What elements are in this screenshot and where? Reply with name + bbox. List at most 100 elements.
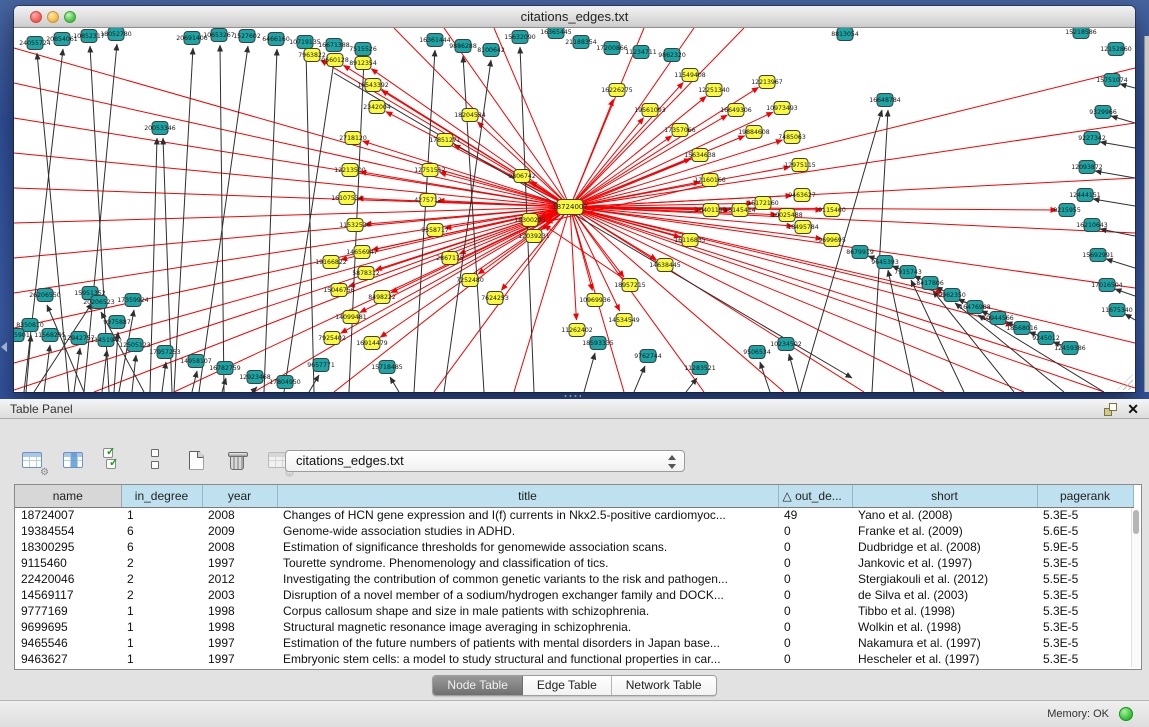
table-cell[interactable]: 1 bbox=[121, 619, 202, 635]
table-cell[interactable]: 2009 bbox=[202, 523, 277, 539]
table-cell[interactable]: 1 bbox=[121, 603, 202, 619]
table-cell[interactable]: 9699695 bbox=[15, 619, 121, 635]
table-row[interactable]: 1830029562008Estimation of significance … bbox=[15, 539, 1133, 555]
table-vertical-scrollbar[interactable] bbox=[1131, 508, 1140, 667]
collapsed-results-panel-edge[interactable] bbox=[1144, 36, 1149, 392]
table-row[interactable]: 977716911998Corpus callosum shape and si… bbox=[15, 603, 1133, 619]
table-row[interactable]: 1456911722003Disruption of a novel membe… bbox=[15, 587, 1133, 603]
table-cell[interactable]: 2003 bbox=[202, 587, 277, 603]
table-cell[interactable]: 2 bbox=[121, 555, 202, 571]
table-cell[interactable]: 6 bbox=[121, 523, 202, 539]
table-cell[interactable]: 5.3E-5 bbox=[1037, 603, 1133, 619]
table-cell[interactable]: 2012 bbox=[202, 571, 277, 587]
table-cell[interactable]: 1997 bbox=[202, 635, 277, 651]
table-row[interactable]: 911546021997Tourette syndrome. Phenomeno… bbox=[15, 555, 1133, 571]
table-cell[interactable]: 5.3E-5 bbox=[1037, 587, 1133, 603]
table-cell[interactable]: 0 bbox=[778, 539, 852, 555]
table-cell[interactable]: Genome-wide association studies in ADHD. bbox=[277, 523, 778, 539]
table-cell[interactable]: 18724007 bbox=[15, 507, 121, 523]
network-graph-canvas[interactable]: 1872400718300295240557242085406110852317… bbox=[14, 28, 1135, 392]
tab-node-table[interactable]: Node Table bbox=[433, 676, 523, 695]
table-row[interactable]: 946554611997Estimation of the future num… bbox=[15, 635, 1133, 651]
table-row[interactable]: 1872400712008Changes of HCN gene express… bbox=[15, 507, 1133, 523]
table-cell[interactable]: 1 bbox=[121, 507, 202, 523]
table-cell[interactable]: 22420046 bbox=[15, 571, 121, 587]
table-cell[interactable]: Estimation of the future numbers of pati… bbox=[277, 635, 778, 651]
table-cell[interactable]: 5.3E-5 bbox=[1037, 555, 1133, 571]
table-cell[interactable]: 0 bbox=[778, 619, 852, 635]
column-header-pagerank[interactable]: pagerank bbox=[1037, 485, 1133, 507]
table-selector-dropdown[interactable]: citations_edges.txt bbox=[285, 450, 685, 472]
table-row[interactable]: 969969511998Structural magnetic resonanc… bbox=[15, 619, 1133, 635]
float-panel-icon[interactable] bbox=[1104, 403, 1117, 416]
table-cell[interactable]: 0 bbox=[778, 587, 852, 603]
new-file-button[interactable] bbox=[182, 446, 210, 474]
table-cell[interactable]: de Silva et al. (2003) bbox=[852, 587, 1037, 603]
table-cell[interactable]: 0 bbox=[778, 635, 852, 651]
table-cell[interactable]: Jankovic et al. (1997) bbox=[852, 555, 1037, 571]
table-cell[interactable]: Dudbridge et al. (2008) bbox=[852, 539, 1037, 555]
table-cell[interactable]: 9463627 bbox=[15, 651, 121, 667]
table-cell[interactable]: Tibbo et al. (1998) bbox=[852, 603, 1037, 619]
table-cell[interactable]: 0 bbox=[778, 603, 852, 619]
table-cell[interactable]: 5.3E-5 bbox=[1037, 507, 1133, 523]
table-row[interactable]: 1938455462009Genome-wide association stu… bbox=[15, 523, 1133, 539]
select-all-button[interactable] bbox=[100, 446, 128, 474]
table-cell[interactable]: 5.9E-5 bbox=[1037, 539, 1133, 555]
close-panel-icon[interactable]: ✕ bbox=[1127, 400, 1139, 418]
network-window-titlebar[interactable]: citations_edges.txt bbox=[14, 6, 1135, 28]
table-cell[interactable]: Embryonic stem cells: a model to study s… bbox=[277, 651, 778, 667]
table-cell[interactable]: Investigating the contribution of common… bbox=[277, 571, 778, 587]
column-header-short[interactable]: short bbox=[852, 485, 1037, 507]
splitter-handle[interactable] bbox=[563, 394, 581, 398]
table-cell[interactable]: 5.6E-5 bbox=[1037, 523, 1133, 539]
table-cell[interactable]: Hescheler et al. (1997) bbox=[852, 651, 1037, 667]
table-cell[interactable]: 2008 bbox=[202, 539, 277, 555]
table-cell[interactable]: 0 bbox=[778, 555, 852, 571]
memory-status-led[interactable] bbox=[1119, 707, 1133, 721]
table-cell[interactable]: 14569117 bbox=[15, 587, 121, 603]
table-cell[interactable]: Disruption of a novel member of a sodium… bbox=[277, 587, 778, 603]
column-header-out_de[interactable]: △ out_de... bbox=[778, 485, 852, 507]
tab-edge-table[interactable]: Edge Table bbox=[523, 676, 612, 695]
table-cell[interactable]: Stergiakouli et al. (2012) bbox=[852, 571, 1037, 587]
table-cell[interactable]: 49 bbox=[778, 507, 852, 523]
table-cell[interactable]: Changes of HCN gene expression and I(f) … bbox=[277, 507, 778, 523]
table-cell[interactable]: Estimation of significance thresholds fo… bbox=[277, 539, 778, 555]
table-settings-button[interactable]: ⚙ bbox=[18, 446, 46, 474]
table-cell[interactable]: Yano et al. (2008) bbox=[852, 507, 1037, 523]
table-cell[interactable]: 1 bbox=[121, 635, 202, 651]
table-cell[interactable]: 2008 bbox=[202, 507, 277, 523]
table-cell[interactable]: 5.3E-5 bbox=[1037, 651, 1133, 667]
table-cell[interactable]: 1997 bbox=[202, 555, 277, 571]
deselect-all-button[interactable] bbox=[141, 446, 169, 474]
panel-collapse-arrow-icon[interactable] bbox=[1, 342, 7, 352]
table-cell[interactable]: 0 bbox=[778, 651, 852, 667]
table-cell[interactable]: 1997 bbox=[202, 651, 277, 667]
column-visibility-button[interactable] bbox=[59, 446, 87, 474]
table-cell[interactable]: 1 bbox=[121, 651, 202, 667]
table-cell[interactable]: Structural magnetic resonance image aver… bbox=[277, 619, 778, 635]
table-cell[interactable]: 6 bbox=[121, 539, 202, 555]
column-header-title[interactable]: title bbox=[277, 485, 778, 507]
table-cell[interactable]: 5.3E-5 bbox=[1037, 635, 1133, 651]
table-cell[interactable]: 0 bbox=[778, 523, 852, 539]
table-cell[interactable]: 1998 bbox=[202, 619, 277, 635]
table-cell[interactable]: 9115460 bbox=[15, 555, 121, 571]
column-header-year[interactable]: year bbox=[202, 485, 277, 507]
table-cell[interactable]: 0 bbox=[778, 571, 852, 587]
table-row[interactable]: 2242004622012Investigating the contribut… bbox=[15, 571, 1133, 587]
table-cell[interactable]: Tourette syndrome. Phenomenology and cla… bbox=[277, 555, 778, 571]
table-cell[interactable]: 5.5E-5 bbox=[1037, 571, 1133, 587]
table-cell[interactable]: 18300295 bbox=[15, 539, 121, 555]
column-header-in_degree[interactable]: in_degree bbox=[121, 485, 202, 507]
column-header-name[interactable]: name bbox=[15, 485, 121, 507]
table-cell[interactable]: 2 bbox=[121, 571, 202, 587]
table-cell[interactable]: Wolkin et al. (1998) bbox=[852, 619, 1037, 635]
scrollbar-thumb[interactable] bbox=[1133, 510, 1139, 534]
table-cell[interactable]: Nakamura et al. (1997) bbox=[852, 635, 1037, 651]
table-cell[interactable]: Franke et al. (2009) bbox=[852, 523, 1037, 539]
table-row[interactable]: 946362711997Embryonic stem cells: a mode… bbox=[15, 651, 1133, 667]
delete-button[interactable] bbox=[223, 446, 251, 474]
table-cell[interactable]: 9777169 bbox=[15, 603, 121, 619]
